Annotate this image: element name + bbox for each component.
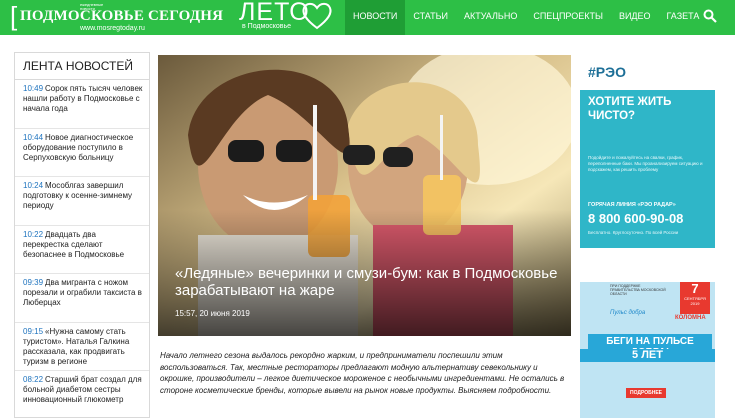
ad-run-brand: Пульс добра (610, 310, 646, 316)
ad-run-date-badge: 7 СЕНТЯБРЯ 2019 (680, 282, 710, 314)
heart-icon (302, 2, 332, 30)
news-item[interactable]: 10:44 Новое диагностическое оборудование … (15, 129, 149, 177)
nav-item-video[interactable]: ВИДЕО (611, 0, 659, 35)
news-time: 09:15 (23, 326, 44, 336)
nav-item-news[interactable]: НОВОСТИ (345, 0, 406, 35)
top-bar: [ ежедневные новости ПОДМОСКОВЬЕ СЕГОДНЯ… (0, 0, 735, 35)
ad-run-month: СЕНТЯБРЯ 2019 (684, 296, 706, 306)
news-item[interactable]: 10:22 Двадцать два перекрестка сделают бе… (15, 226, 149, 274)
logo-site-url: www.mosregtoday.ru (80, 25, 145, 32)
ad-reo-phone: 8 800 600-90-08 (588, 211, 684, 226)
article-lead: Начало летнего сезона выдалось рекордно … (160, 351, 565, 395)
ad-run-city: КОЛОМНА (675, 315, 706, 321)
news-item[interactable]: 09:15 «Нужна самому стать туристом». Ната… (15, 323, 149, 371)
news-feed: ЛЕНТА НОВОСТЕЙ 10:49 Сорок пять тысяч чел… (14, 52, 150, 418)
summer-project-logo[interactable]: ЛЕТО в Подмосковье (239, 0, 334, 33)
nav-item-actual[interactable]: АКТУАЛЬНО (456, 0, 525, 35)
news-time: 10:22 (23, 229, 44, 239)
news-item[interactable]: 10:24 Мособлгаз завершил подготовку к осе… (15, 177, 149, 226)
nav-item-newspaper[interactable]: ГАЗЕТА (659, 0, 708, 35)
site-logo[interactable]: [ ежедневные новости ПОДМОСКОВЬЕ СЕГОДНЯ… (10, 1, 224, 33)
ad-run-more-button[interactable]: ПОДРОБНЕЕ (626, 388, 667, 398)
ad-reo-hotline-label: ГОРЯЧАЯ ЛИНИЯ «РЭО РАДАР» (588, 202, 676, 208)
hero-headline[interactable]: «Ледяные» вечеринки и смузи-бум: как в П… (175, 265, 565, 299)
summer-logo-subtitle: в Подмосковье (242, 23, 292, 30)
logo-title: ПОДМОСКОВЬЕ СЕГОДНЯ (20, 8, 224, 24)
main-nav: НОВОСТИ СТАТЬИ АКТУАЛЬНО СПЕЦПРОЕКТЫ ВИД… (345, 0, 707, 35)
ad-banner-run[interactable]: ПРИ ПОДДЕРЖКЕ ПРАВИТЕЛЬСТВА МОСКОВСКОЙ О… (580, 282, 715, 418)
hero-date: 15:57, 20 июня 2019 (175, 309, 250, 318)
news-item[interactable]: 09:39 Два мигранта с ножом порезали и огр… (15, 274, 149, 323)
ad-reo-text: Подойдите и пожалуйтесь на свалки, графи… (588, 155, 703, 172)
nav-item-specprojects[interactable]: СПЕЦПРОЕКТЫ (525, 0, 611, 35)
ad-reo-slogan: ХОТИТЕ ЖИТЬ ЧИСТО? (588, 96, 672, 122)
ad-run-day: 7 (691, 282, 699, 296)
news-item[interactable]: 10:49 Сорок пять тысяч человек нашли рабо… (15, 80, 149, 129)
news-time: 10:49 (23, 84, 44, 93)
ad-reo-logo: #РЭО (588, 64, 626, 80)
search-icon[interactable] (703, 9, 717, 23)
news-time: 09:39 (23, 278, 44, 287)
nav-item-articles[interactable]: СТАТЬИ (405, 0, 456, 35)
news-item[interactable]: 08:22 Старший брат создал для больной диа… (15, 371, 149, 417)
news-time: 10:44 (23, 132, 44, 142)
ad-banner-reo[interactable]: #РЭО ХОТИТЕ ЖИТЬ ЧИСТО? Подойдите и пожа… (580, 57, 715, 248)
ad-run-government: ПРИ ПОДДЕРЖКЕ ПРАВИТЕЛЬСТВА МОСКОВСКОЙ О… (610, 284, 666, 296)
ad-run-years: 5 ЛЕТ (580, 349, 715, 362)
hero-article[interactable]: «Ледяные» вечеринки и смузи-бум: как в П… (158, 55, 571, 336)
logo-bracket: [ (10, 1, 18, 31)
ad-reo-footnote: Бесплатно. Круглосуточно. По всей России (588, 230, 679, 235)
news-time: 10:24 (23, 181, 44, 190)
news-feed-title: ЛЕНТА НОВОСТЕЙ (15, 53, 149, 80)
news-time: 08:22 (23, 375, 44, 384)
